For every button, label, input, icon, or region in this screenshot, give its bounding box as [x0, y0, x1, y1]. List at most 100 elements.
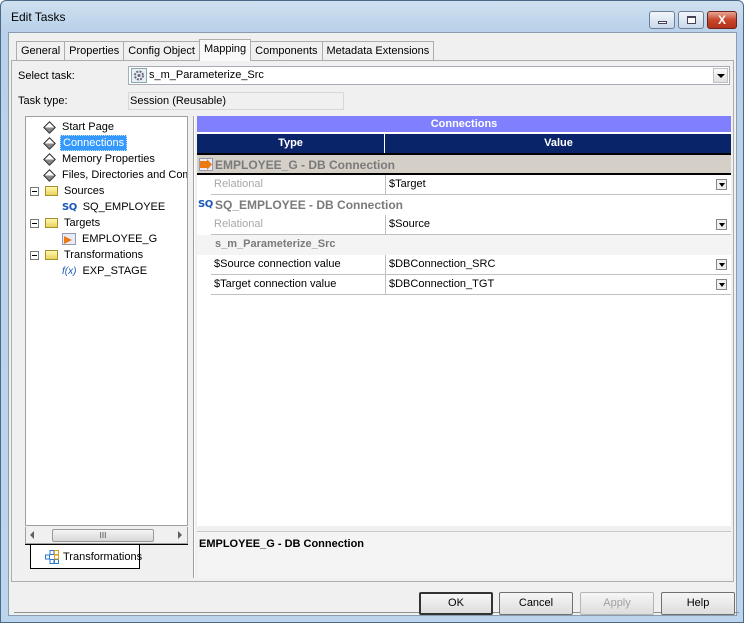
row-value: $Target [389, 178, 426, 190]
row-value: $DBConnection_TGT [389, 278, 495, 290]
dropdown-arrow-icon[interactable] [716, 179, 727, 190]
tab-metadata-extensions[interactable]: Metadata Extensions [321, 41, 435, 61]
connections-grid: Connections Type Value EMPLOYEE_G - DB C… [197, 116, 731, 526]
dropdown-arrow-icon[interactable] [716, 219, 727, 230]
row-value-field[interactable]: $DBConnection_SRC [385, 255, 731, 275]
diamond-icon [43, 136, 56, 150]
tab-general[interactable]: General [16, 41, 66, 61]
group-name: EMPLOYEE_G - DB Connection [215, 158, 396, 172]
tree-item-sq-employee[interactable]: SQ SQ_EMPLOYEE [62, 199, 167, 215]
tree-item-transformations[interactable]: Transformations [30, 247, 145, 263]
select-task-dropdown[interactable]: s_m_Parameterize_Src [128, 66, 730, 85]
collapse-icon[interactable] [30, 186, 39, 196]
row-value-field[interactable]: $Source [385, 215, 731, 235]
tree-item-start-page[interactable]: Start Page [42, 119, 116, 135]
tab-strip: General Properties Config Object Mapping… [16, 39, 435, 61]
folder-icon [45, 218, 58, 228]
tree-item-memory-properties[interactable]: Memory Properties [42, 151, 157, 167]
tree-item-label: EMPLOYEE_G [82, 233, 158, 245]
apply-button[interactable]: Apply [580, 592, 654, 615]
diamond-icon [43, 152, 56, 166]
row-value: $DBConnection_SRC [389, 258, 496, 270]
bottom-tab-label: Transformations [63, 550, 143, 563]
row-value-field[interactable]: $Target [385, 175, 731, 195]
transformations-icon [45, 549, 59, 564]
tree-item-label: Files, Directories and Commands [62, 169, 187, 181]
row-type: Relational [211, 175, 386, 195]
dropdown-arrow-icon[interactable] [716, 279, 727, 290]
group-name: SQ_EMPLOYEE - DB Connection [215, 198, 404, 212]
close-button[interactable]: X [707, 11, 737, 29]
dropdown-arrow-icon[interactable] [716, 259, 727, 270]
task-type-value: Session (Reusable) [128, 92, 344, 110]
description-panel: EMPLOYEE_G - DB Connection [197, 531, 731, 578]
tab-components[interactable]: Components [250, 41, 323, 61]
folder-icon [45, 186, 58, 196]
group-row-employee-g[interactable]: EMPLOYEE_G - DB Connection [197, 155, 731, 175]
close-icon: X [717, 13, 726, 27]
tree-item-label: EXP_STAGE [82, 265, 148, 277]
group-row-sq-employee[interactable]: SQ SQ_EMPLOYEE - DB Connection [197, 195, 731, 215]
help-button[interactable]: Help [661, 592, 735, 615]
edit-tasks-dialog: Edit Tasks X General Properties Config O… [0, 0, 744, 623]
column-header-value[interactable]: Value [386, 134, 731, 153]
cancel-button[interactable]: Cancel [499, 592, 573, 615]
group-row-session[interactable]: s_m_Parameterize_Src [197, 235, 731, 255]
title-bar[interactable]: Edit Tasks X [1, 1, 743, 31]
folder-icon [45, 250, 58, 260]
table-row: Relational $Source [197, 215, 731, 235]
source-qualifier-icon: SQ [62, 201, 77, 213]
tree-item-targets[interactable]: Targets [30, 215, 102, 231]
row-type: $Source connection value [211, 255, 386, 275]
window-title: Edit Tasks [11, 10, 66, 24]
row-value-field[interactable]: $DBConnection_TGT [385, 275, 731, 295]
pane-splitter[interactable] [193, 116, 195, 578]
scroll-right-icon[interactable] [178, 531, 182, 539]
dialog-body: General Properties Config Object Mapping… [8, 32, 739, 616]
tab-config-object[interactable]: Config Object [123, 41, 200, 61]
row-value: $Source [389, 218, 430, 230]
tree-item-sources[interactable]: Sources [30, 183, 106, 199]
column-header-type[interactable]: Type [197, 134, 385, 153]
collapse-icon[interactable] [30, 218, 39, 228]
table-row: $Source connection value $DBConnection_S… [197, 255, 731, 275]
grid-title: Connections [197, 116, 731, 132]
tree-item-employee-g[interactable]: EMPLOYEE_G [62, 231, 159, 247]
tab-properties[interactable]: Properties [64, 41, 125, 61]
source-qualifier-icon: SQ [198, 199, 213, 210]
navigation-tree: Start Page Connections Memory Properties… [25, 116, 188, 526]
tab-mapping[interactable]: Mapping [198, 39, 252, 61]
task-type-label: Task type: [18, 95, 68, 107]
diamond-icon [43, 168, 56, 182]
chevron-down-icon[interactable] [713, 68, 728, 83]
target-icon [62, 233, 76, 245]
session-gear-icon [131, 68, 147, 83]
tab-transformations[interactable]: Transformations [30, 545, 143, 569]
maximize-button[interactable] [678, 11, 704, 29]
scrollbar-thumb[interactable]: III [52, 529, 154, 542]
scroll-left-icon[interactable] [30, 531, 34, 539]
mapping-tab-panel: Select task: s_m_Parameterize_Src Task t… [11, 60, 739, 613]
group-name: s_m_Parameterize_Src [215, 238, 336, 250]
collapse-icon[interactable] [30, 250, 39, 260]
tree-item-files-directories[interactable]: Files, Directories and Commands [42, 167, 187, 183]
tree-item-connections[interactable]: Connections [42, 135, 128, 151]
tree-item-label: Memory Properties [62, 153, 155, 165]
ok-button[interactable]: OK [419, 592, 493, 615]
minimize-button[interactable] [649, 11, 675, 29]
minimize-icon [658, 21, 667, 24]
tree-item-exp-stage[interactable]: f(x) EXP_STAGE [62, 263, 149, 279]
target-icon [199, 158, 213, 174]
tree-item-label: SQ_EMPLOYEE [82, 201, 166, 213]
tree-horizontal-scrollbar[interactable]: III [25, 527, 188, 544]
row-type: Relational [211, 215, 386, 235]
expression-icon: f(x) [62, 265, 77, 277]
tree-item-label: Targets [64, 217, 101, 229]
select-task-value: s_m_Parameterize_Src [149, 69, 264, 81]
diamond-icon [43, 120, 56, 134]
select-task-label: Select task: [18, 70, 75, 82]
table-row: Relational $Target [197, 175, 731, 195]
row-type: $Target connection value [211, 275, 386, 295]
tree-item-label: Start Page [62, 121, 114, 133]
maximize-icon [687, 16, 696, 24]
